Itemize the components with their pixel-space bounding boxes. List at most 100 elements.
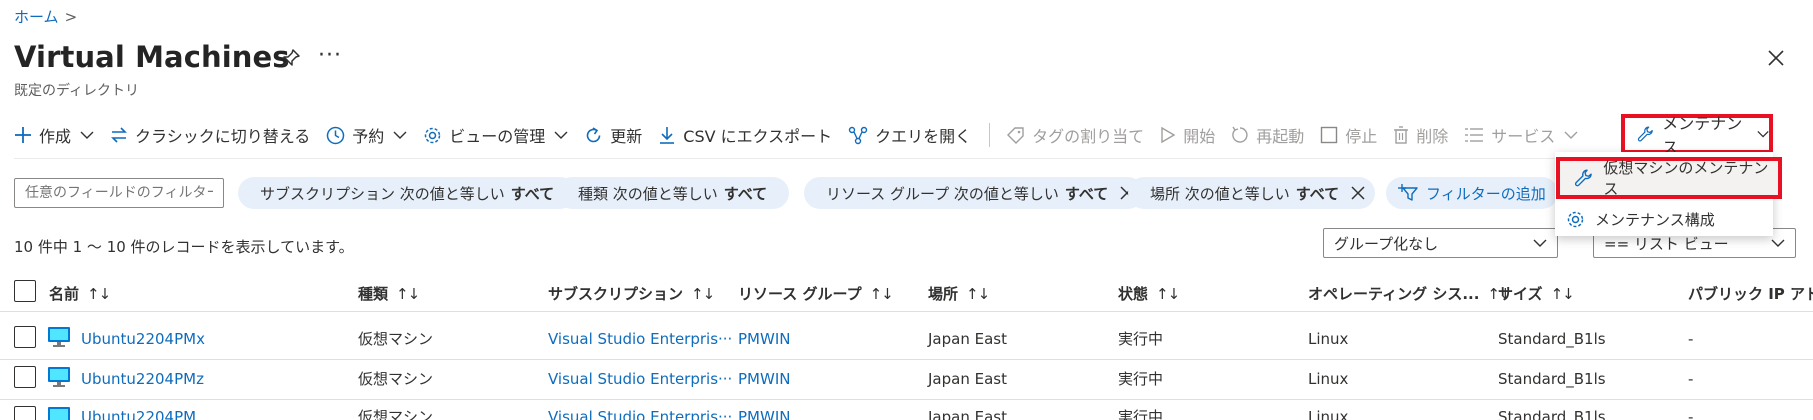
switch-classic-button[interactable]: クラシックに切り替える bbox=[110, 123, 310, 147]
vm-name-link[interactable]: Ubuntu2204PMz bbox=[81, 370, 204, 388]
create-label: 作成 bbox=[39, 127, 72, 146]
sort-icon: ↑↓ bbox=[691, 284, 715, 303]
column-label: オペレーティング シス... bbox=[1308, 285, 1480, 303]
cell-type: 仮想マシン bbox=[358, 330, 434, 348]
assign-tags-label: タグの割り当て bbox=[1032, 127, 1145, 146]
list-icon bbox=[1465, 128, 1484, 142]
menu-item-label: メンテナンス構成 bbox=[1595, 210, 1715, 229]
add-filter-button[interactable]: フィルターの追加 bbox=[1386, 177, 1558, 209]
filter-pill-subscription[interactable]: サブスクリプション 次の値と等しい すべて bbox=[238, 177, 577, 209]
chevron-down-icon bbox=[554, 131, 568, 139]
pin-icon[interactable] bbox=[280, 47, 302, 69]
group-by-select[interactable]: グループ化なし bbox=[1323, 228, 1558, 258]
refresh-button[interactable]: 更新 bbox=[584, 123, 642, 147]
cell-location: Japan East bbox=[928, 370, 1007, 388]
filter-pill-location[interactable]: 場所 次の値と等しい すべて bbox=[1128, 177, 1376, 209]
vm-name-link[interactable]: Ubuntu2204PMx bbox=[81, 330, 205, 348]
vm-name-link[interactable]: Ubuntu2204PM bbox=[81, 408, 196, 420]
plus-icon bbox=[15, 127, 31, 143]
cell-resource-group-link[interactable]: PMWIN bbox=[738, 408, 790, 420]
assign-tags-button[interactable]: タグの割り当て bbox=[1006, 123, 1144, 147]
more-options-icon[interactable]: ··· bbox=[318, 43, 342, 68]
menu-item-vm-maintenance[interactable]: 仮想マシンのメンテナンス bbox=[1556, 157, 1782, 199]
cell-resource-group-link[interactable]: PMWIN bbox=[738, 330, 790, 348]
sort-icon: ↑↓ bbox=[1156, 284, 1180, 303]
chevron-down-icon bbox=[80, 131, 94, 139]
wrench-icon bbox=[1574, 169, 1592, 187]
gear-icon bbox=[424, 127, 441, 143]
reservation-label: 予約 bbox=[352, 127, 385, 146]
column-label: サイズ bbox=[1498, 285, 1543, 303]
row-checkbox[interactable] bbox=[14, 406, 36, 420]
column-header-location[interactable]: 場所 ↑↓ bbox=[928, 283, 990, 304]
column-label: 名前 bbox=[49, 285, 80, 303]
sort-icon: ↑↓ bbox=[87, 284, 111, 303]
cell-subscription-link[interactable]: Visual Studio Enterpris··· bbox=[548, 330, 732, 348]
select-all-checkbox[interactable] bbox=[14, 280, 36, 302]
sort-icon: ↑↓ bbox=[869, 284, 894, 303]
manage-view-label: ビューの管理 bbox=[449, 127, 546, 146]
cell-size: Standard_B1ls bbox=[1498, 408, 1606, 420]
chevron-down-icon bbox=[393, 131, 407, 139]
services-button[interactable]: サービス bbox=[1464, 123, 1578, 147]
cell-resource-group-link[interactable]: PMWIN bbox=[738, 370, 790, 388]
stop-label: 停止 bbox=[1345, 127, 1378, 146]
refresh-icon bbox=[587, 126, 601, 142]
row-checkbox[interactable] bbox=[14, 366, 36, 388]
cell-os: Linux bbox=[1308, 330, 1349, 348]
menu-item-label: 仮想マシンのメンテナンス bbox=[1603, 159, 1769, 198]
sort-icon: ↑↓ bbox=[1550, 284, 1575, 303]
delete-button[interactable]: 削除 bbox=[1393, 123, 1448, 147]
breadcrumb: ホーム > bbox=[14, 6, 77, 27]
menu-item-maintenance-configuration[interactable]: メンテナンス構成 bbox=[1566, 206, 1715, 232]
filter-pill-resource-group[interactable]: リソース グループ 次の値と等しい すべて bbox=[804, 177, 1145, 209]
export-csv-label: CSV にエクスポート bbox=[683, 127, 833, 146]
column-header-os[interactable]: オペレーティング シス... ↑↓ bbox=[1308, 283, 1512, 304]
vm-icon bbox=[48, 327, 70, 347]
filter-pill-label: リソース グループ 次の値と等しい bbox=[826, 184, 1059, 203]
maintenance-button[interactable]: メンテナンス bbox=[1621, 114, 1773, 157]
filter-add-icon bbox=[1398, 184, 1418, 201]
sort-icon: ↑↓ bbox=[396, 284, 420, 303]
filter-pill-value: すべて bbox=[1064, 184, 1109, 203]
chevron-down-icon bbox=[1533, 239, 1547, 247]
start-button[interactable]: 開始 bbox=[1160, 123, 1215, 147]
filter-pill-type[interactable]: 種類 次の値と等しい すべて bbox=[556, 177, 790, 209]
cell-public-ip: - bbox=[1688, 370, 1694, 388]
manage-view-button[interactable]: ビューの管理 bbox=[423, 123, 568, 147]
close-icon[interactable] bbox=[1765, 47, 1787, 69]
cell-size: Standard_B1ls bbox=[1498, 330, 1606, 348]
column-header-resource-group[interactable]: リソース グループ ↑↓ bbox=[738, 283, 894, 304]
breadcrumb-home-link[interactable]: ホーム bbox=[14, 6, 59, 27]
open-query-button[interactable]: クエリを開く bbox=[848, 123, 971, 147]
stop-button[interactable]: 停止 bbox=[1320, 123, 1377, 147]
restart-button[interactable]: 再起動 bbox=[1231, 123, 1304, 147]
column-header-size[interactable]: サイズ ↑↓ bbox=[1498, 283, 1575, 304]
create-button[interactable]: 作成 bbox=[14, 123, 94, 147]
column-header-public-ip[interactable]: パブリック IP アドレ bbox=[1688, 283, 1813, 304]
gear-icon bbox=[1567, 211, 1584, 227]
cell-size: Standard_B1ls bbox=[1498, 370, 1606, 388]
reservation-button[interactable]: 予約 bbox=[326, 123, 407, 147]
cell-subscription-link[interactable]: Visual Studio Enterpris··· bbox=[548, 370, 732, 388]
column-header-subscription[interactable]: サブスクリプション ↑↓ bbox=[548, 283, 715, 304]
page-subtitle: 既定のディレクトリ bbox=[14, 83, 140, 99]
query-icon bbox=[848, 126, 868, 144]
export-csv-button[interactable]: CSV にエクスポート bbox=[658, 123, 832, 147]
remove-filter-icon bbox=[1351, 186, 1365, 200]
cell-subscription-link[interactable]: Visual Studio Enterpris··· bbox=[548, 408, 732, 420]
add-filter-label: フィルターの追加 bbox=[1426, 184, 1546, 203]
chevron-down-icon bbox=[1757, 130, 1769, 138]
clock-icon bbox=[326, 126, 345, 144]
column-header-type[interactable]: 種類 ↑↓ bbox=[358, 283, 420, 304]
delete-icon bbox=[1394, 126, 1409, 144]
column-header-name[interactable]: 名前 ↑↓ bbox=[49, 283, 111, 304]
command-bar: 作成 クラシックに切り替える 予約 ビューの管理 更新 CSV にエクスポート … bbox=[14, 120, 1594, 150]
column-header-status[interactable]: 状態 ↑↓ bbox=[1118, 283, 1180, 304]
chevron-down-icon bbox=[1771, 239, 1785, 247]
filter-input[interactable] bbox=[14, 178, 224, 208]
cell-public-ip: - bbox=[1688, 330, 1694, 348]
row-checkbox[interactable] bbox=[14, 326, 36, 348]
cell-os: Linux bbox=[1308, 408, 1349, 420]
services-label: サービス bbox=[1491, 127, 1556, 146]
